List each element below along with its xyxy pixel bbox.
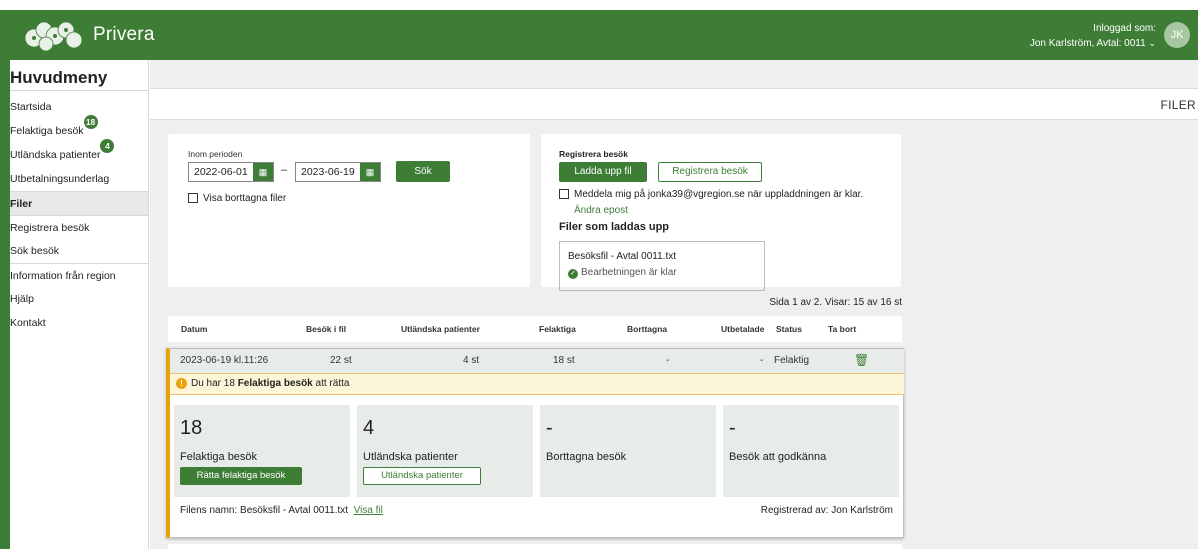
col-ta-bort: Ta bort [828,324,857,334]
search-card: Inom perioden 2022-06-01 ▦ – 2023-06-19 … [168,134,530,287]
search-button[interactable]: Sök [396,161,450,182]
date-dash: – [281,164,288,176]
left-accent-strip [0,60,10,549]
calendar-icon[interactable]: ▦ [360,163,380,181]
col-borttagna: Borttagna [627,324,668,334]
foreign-patients-button[interactable]: Utländska patienter [363,467,481,485]
calendar-icon[interactable]: ▦ [253,163,273,181]
period-label: Inom perioden [188,149,243,159]
count-badge: 18 [83,115,98,129]
breadcrumb-bar: FILER [150,88,1198,120]
avatar[interactable]: JK [1164,22,1190,48]
table-row[interactable]: 2023-06-19 kl.11:26 22 st 4 st 18 st - -… [170,349,904,373]
col-utbetalade: Utbetalade [721,324,765,334]
sidebar-item-hjalp[interactable]: Hjälp [10,287,148,311]
stat-caption: Utländska patienter [363,451,458,463]
col-utlandska: Utländska patienter [401,324,480,334]
user-name: Jon Karlström, Avtal: 0011 [1029,38,1146,49]
upload-status: ✓ Bearbetningen är klar [568,267,677,279]
file-row-expanded[interactable]: 2023-06-19 kl.11:26 22 st 4 st 18 st - -… [166,348,904,538]
stat-caption: Borttagna besök [546,451,627,463]
stat-value: - [546,417,553,439]
main-content: FILER Inom perioden 2022-06-01 ▦ – 2023-… [150,60,1198,549]
sidebar-item-felaktiga-besok[interactable]: Felaktiga besök18 [10,115,148,143]
stat-value: 4 [363,417,375,439]
stat-borttagna: - Borttagna besök [540,405,716,497]
upload-file-name: Besöksfil - Avtal 0011.txt [568,251,677,262]
from-date-input[interactable]: 2022-06-01 ▦ [188,162,274,182]
cell-utlandska: 4 st [463,355,480,366]
sidebar-item-registrera-besok[interactable]: Registrera besök [10,215,148,239]
table-header: Datum Besök i fil Utländska patienter Fe… [168,316,902,342]
stat-value: - [729,417,736,439]
show-deleted-checkbox[interactable]: Visa borttagna filer [188,193,286,204]
menu-title: Huvudmeny [10,60,148,91]
sidebar-item-kontakt[interactable]: Kontakt [10,311,148,335]
change-email-link[interactable]: Ändra epost [574,205,628,216]
cell-datum: 2023-06-19 kl.11:26 [180,355,269,366]
sidebar-item-utlandska-patienter[interactable]: Utländska patienter4 [10,139,148,167]
col-felaktiga: Felaktiga [539,324,576,334]
user-menu[interactable]: Inloggad som: Jon Karlström, Avtal: 0011… [1030,21,1156,51]
logged-in-label: Inloggad som: [1093,23,1156,34]
checkbox[interactable] [559,189,569,200]
breadcrumb: FILER [1160,98,1196,112]
sidebar-item-startsida[interactable]: Startsida [10,95,148,119]
to-date-input[interactable]: 2023-06-19 ▦ [295,162,381,182]
trash-icon[interactable]: 🗑 [854,353,869,367]
cell-felaktiga: 18 st [553,355,575,366]
file-name-info: Filens namn: Besöksfil - Avtal 0011.txt … [180,505,383,516]
registered-by: Registrerad av: Jon Karlström [760,505,893,516]
sidebar-item-filer[interactable]: Filer [10,191,148,215]
privera-logo-icon [24,21,83,52]
stat-caption: Besök att godkänna [729,451,827,463]
uploading-title: Filer som laddas upp [559,221,670,233]
upload-file-button[interactable]: Ladda upp fil [559,162,647,182]
check-circle-icon: ✓ [568,269,578,279]
col-besok-i-fil: Besök i fil [306,324,347,334]
cell-utbetalade: - [760,355,764,366]
count-badge: 4 [100,139,115,153]
show-file-link[interactable]: Visa fil [354,505,383,516]
cell-status: Felaktig [774,355,810,366]
stat-godkanna: - Besök att godkänna [723,405,899,497]
brand-name: Privera [93,24,155,45]
chevron-down-icon[interactable]: ⌄ [1148,38,1156,48]
sidebar-item-sok-besok[interactable]: Sök besök [10,239,148,263]
pagination-info: Sida 1 av 2. Visar: 15 av 16 st [769,297,902,308]
sidebar-item-information[interactable]: Information från region [10,263,148,287]
col-datum: Datum [181,324,208,334]
checkbox[interactable] [188,193,198,204]
cell-besok: 22 st [330,355,352,366]
cell-borttagna: - [666,355,670,366]
table-row[interactable] [168,544,902,549]
stat-felaktiga: 18 Felaktiga besök Rätta felaktiga besök [174,405,350,497]
warning-banner: ! Du har 18 Felaktiga besök att rätta [170,373,904,395]
sidebar: Huvudmeny Startsida Felaktiga besök18 Ut… [10,60,149,549]
sidebar-item-utbetalningsunderlag[interactable]: Utbetalningsunderlag [10,167,148,191]
notify-checkbox[interactable]: Meddela mig på jonka39@vgregion.se när u… [559,189,863,200]
col-status: Status [776,324,802,334]
register-card: Registrera besök Ladda upp fil Registrer… [541,134,901,291]
stat-caption: Felaktiga besök [180,451,258,463]
stat-utlandska: 4 Utländska patienter Utländska patiente… [357,405,533,497]
warning-icon: ! [176,377,187,389]
fix-errors-button[interactable]: Rätta felaktiga besök [180,467,302,485]
register-title: Registrera besök [559,149,628,159]
register-visit-button[interactable]: Registrera besök [658,162,762,182]
top-bar: Privera Inloggad som: Jon Karlström, Avt… [0,10,1198,60]
upload-file-box: Besöksfil - Avtal 0011.txt ✓ Bearbetninge… [559,241,765,291]
stat-value: 18 [180,417,203,439]
